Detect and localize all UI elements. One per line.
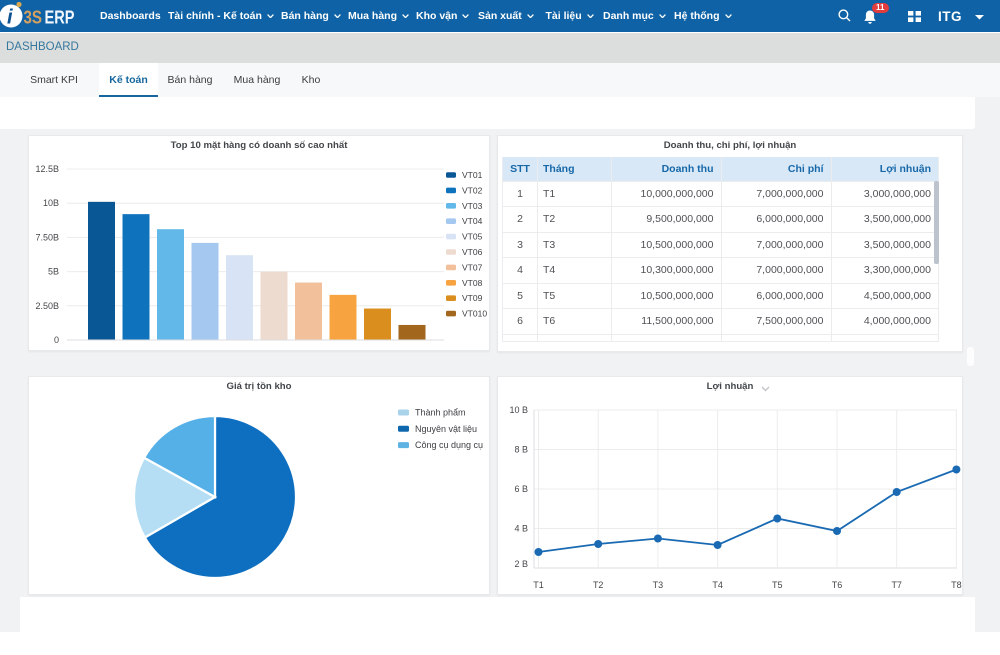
svg-text:VT09: VT09 <box>462 293 483 303</box>
svg-text:8 B: 8 B <box>514 445 528 455</box>
svg-text:Nguyên vật liệu: Nguyên vật liệu <box>415 424 477 434</box>
svg-text:VT01: VT01 <box>462 170 483 180</box>
svg-text:2.50B: 2.50B <box>35 301 59 311</box>
svg-text:3S: 3S <box>24 7 43 28</box>
svg-text:2 B: 2 B <box>514 559 528 569</box>
svg-text:T3: T3 <box>653 580 664 590</box>
svg-text:i: i <box>7 7 13 29</box>
svg-text:7.50B: 7.50B <box>35 232 59 242</box>
svg-text:6 B: 6 B <box>514 484 528 494</box>
svg-text:VT08: VT08 <box>462 278 483 288</box>
svg-text:Công cụ dụng cụ: Công cụ dụng cụ <box>415 440 483 450</box>
svg-text:T8: T8 <box>951 580 962 590</box>
svg-text:Thành phẩm: Thành phẩm <box>415 408 466 418</box>
svg-text:VT05: VT05 <box>462 232 483 242</box>
svg-text:VT07: VT07 <box>462 262 483 272</box>
svg-text:T5: T5 <box>772 580 783 590</box>
svg-text:T6: T6 <box>832 580 843 590</box>
svg-text:VT02: VT02 <box>462 185 483 195</box>
svg-text:VT04: VT04 <box>462 216 483 226</box>
svg-text:VT010: VT010 <box>462 309 487 319</box>
svg-text:ERP: ERP <box>45 7 75 28</box>
svg-text:T1: T1 <box>533 580 544 590</box>
svg-text:10B: 10B <box>43 198 59 208</box>
svg-text:4 B: 4 B <box>514 524 528 534</box>
svg-text:T7: T7 <box>891 580 902 590</box>
svg-text:5B: 5B <box>48 267 59 277</box>
svg-text:VT06: VT06 <box>462 247 483 257</box>
svg-text:T4: T4 <box>712 580 723 590</box>
svg-text:12.5B: 12.5B <box>35 164 59 174</box>
svg-text:0: 0 <box>54 335 59 345</box>
svg-text:VT03: VT03 <box>462 201 483 211</box>
svg-text:10 B: 10 B <box>509 405 528 415</box>
svg-text:T2: T2 <box>593 580 604 590</box>
